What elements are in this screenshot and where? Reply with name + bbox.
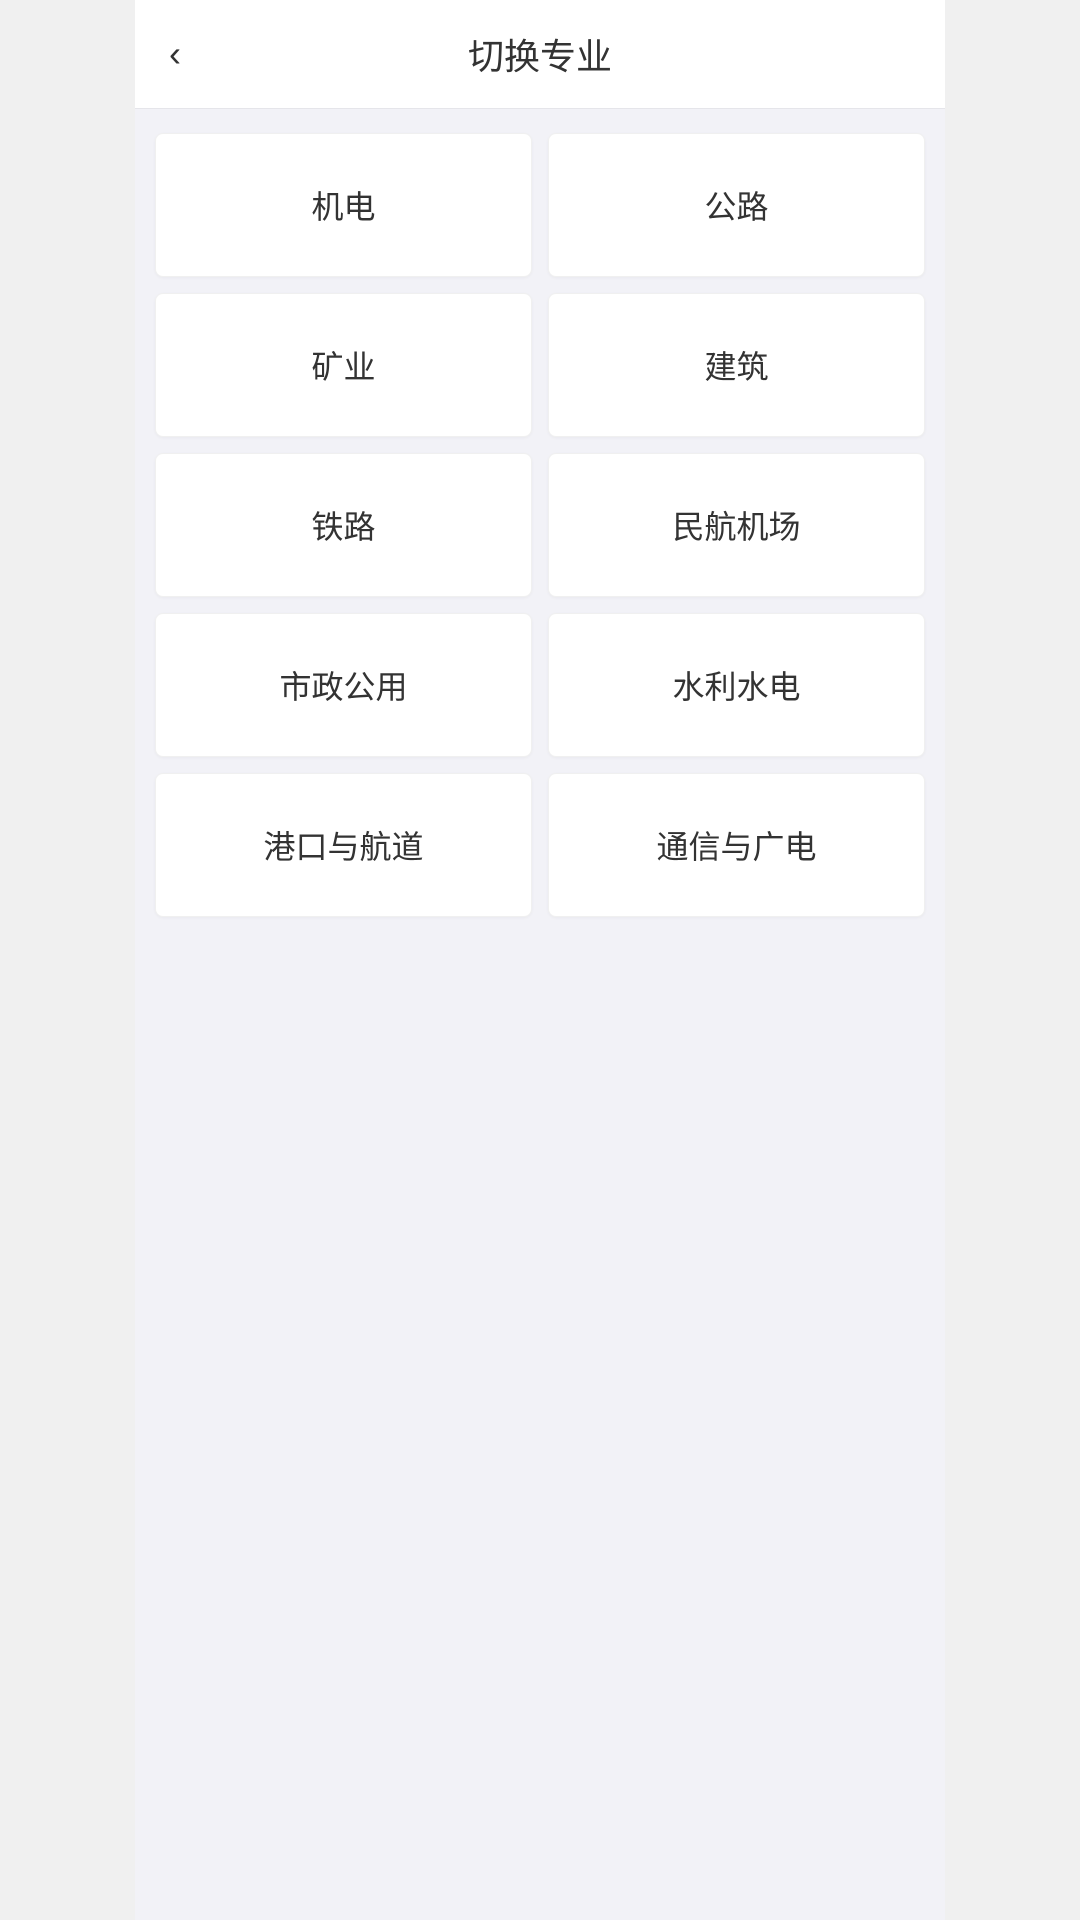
grid-item-label-port-waterway: 港口与航道 [263,822,423,868]
grid-item-municipal[interactable]: 市政公用 [155,613,532,757]
grid-item-mechanical-electrical[interactable]: 机电 [155,133,532,277]
grid-item-telecom-broadcast[interactable]: 通信与广电 [548,773,925,917]
grid-item-label-civil-aviation: 民航机场 [672,502,800,548]
grid-item-railway[interactable]: 铁路 [155,453,532,597]
grid-item-label-telecom-broadcast: 通信与广电 [656,822,816,868]
grid-item-label-construction: 建筑 [704,342,768,388]
grid-item-port-waterway[interactable]: 港口与航道 [155,773,532,917]
content-area: 机电 公路矿业 建筑铁路 民航机场市政公用 水利水电港口与航道 通信与广电 [135,109,945,941]
grid-item-label-highway: 公路 [704,182,768,228]
grid-item-civil-aviation[interactable]: 民航机场 [548,453,925,597]
grid-item-label-railway: 铁路 [311,502,375,548]
grid-item-label-mechanical-electrical: 机电 [311,182,375,228]
header: ‹ 切换专业 [135,0,945,109]
specialty-grid: 机电 公路矿业 建筑铁路 民航机场市政公用 水利水电港口与航道 通信与广电 [155,133,925,917]
grid-item-label-mining: 矿业 [311,342,375,388]
grid-item-water-conservancy[interactable]: 水利水电 [548,613,925,757]
grid-item-label-water-conservancy: 水利水电 [672,662,800,708]
page-title: 切换专业 [468,28,612,80]
grid-item-highway[interactable]: 公路 [548,133,925,277]
grid-item-label-municipal: 市政公用 [279,662,407,708]
grid-item-mining[interactable]: 矿业 [155,293,532,437]
phone-container: ‹ 切换专业 机电 公路矿业 建筑铁路 民航机场市政公用 水利水电港口与航道 通信与广电 [135,0,945,1920]
back-button[interactable]: ‹ [159,26,191,82]
grid-item-construction[interactable]: 建筑 [548,293,925,437]
